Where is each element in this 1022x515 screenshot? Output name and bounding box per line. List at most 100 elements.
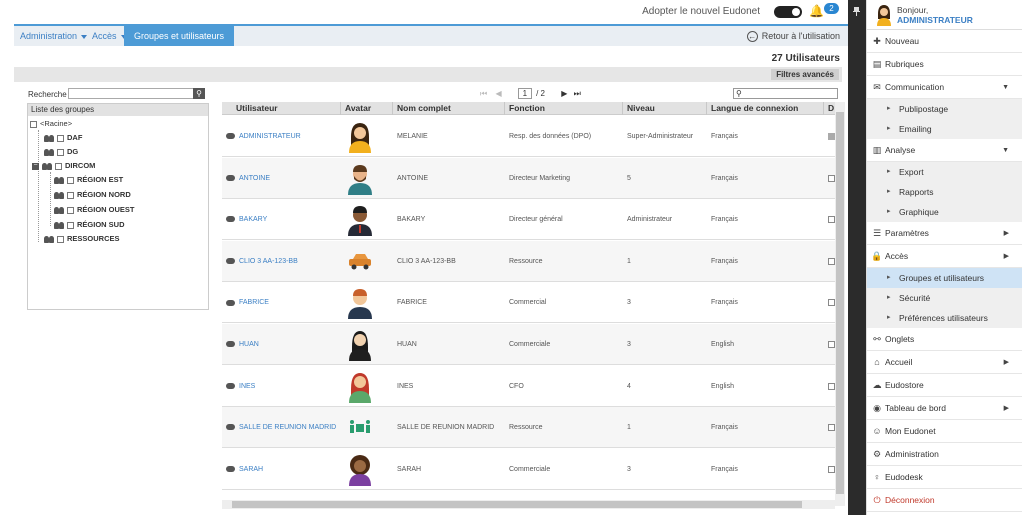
column-header-utilisateur[interactable]: Utilisateur — [222, 102, 341, 115]
bell-icon[interactable]: 🔔 — [809, 4, 824, 18]
comment-icon[interactable] — [226, 174, 235, 181]
menu-item-eudodesk[interactable]: ♀ Eudodesk — [867, 466, 1022, 489]
user-link[interactable]: INES — [222, 366, 341, 407]
row-checkbox[interactable] — [828, 299, 835, 307]
column-header-niveau[interactable]: Niveau — [623, 102, 707, 115]
table-row[interactable]: BAKARY BAKARY Directeur général Administrat… — [222, 199, 840, 241]
column-header-nom-complet[interactable]: Nom complet — [393, 102, 505, 115]
comment-icon[interactable] — [226, 424, 235, 431]
user-link[interactable]: ANTOINE — [222, 158, 341, 199]
horizontal-scrollbar[interactable] — [222, 500, 835, 509]
row-checkbox[interactable] — [828, 257, 835, 265]
new-eudonet-toggle[interactable] — [774, 6, 802, 18]
menu-item-accueil[interactable]: ⌂ Accueil ▶ — [867, 351, 1022, 374]
menu-item-emailing[interactable]: Emailing — [867, 119, 1022, 139]
menu-item-analyse[interactable]: ▥ Analyse ▼ — [867, 139, 1022, 162]
menu-item-export[interactable]: Export — [867, 162, 1022, 182]
menu-item-preferences-utilisateurs[interactable]: Préférences utilisateurs — [867, 308, 1022, 328]
user-link[interactable]: FABRICE — [222, 282, 341, 323]
comment-icon[interactable] — [226, 465, 235, 472]
tree-node-daf[interactable]: DAF — [44, 132, 82, 144]
tree-node-dg[interactable]: DG — [44, 146, 78, 158]
table-row[interactable]: SALLE DE REUNION MADRID SALLE DE REUNION … — [222, 407, 840, 449]
table-row[interactable]: ANTOINE ANTOINE Directeur Marketing 5 França… — [222, 157, 840, 199]
comment-icon[interactable] — [226, 216, 235, 223]
tree-node-region-nord[interactable]: RÉGION NORD — [54, 189, 131, 201]
checkbox[interactable] — [57, 235, 64, 243]
tree-node-region-ouest[interactable]: RÉGION OUEST — [54, 204, 135, 216]
collapse-icon[interactable]: − — [32, 162, 39, 170]
tree-node-region-est[interactable]: RÉGION EST — [54, 174, 123, 186]
row-checkbox[interactable] — [828, 133, 835, 140]
comment-icon[interactable] — [226, 382, 235, 389]
tree-root[interactable]: <Racine> — [30, 118, 72, 130]
menu-item-communication[interactable]: ✉ Communication ▼ — [867, 76, 1022, 99]
breadcrumb-active[interactable]: Groupes et utilisateurs — [124, 24, 235, 46]
checkbox[interactable] — [57, 134, 64, 142]
menu-item-groupes-et-utilisateurs[interactable]: Groupes et utilisateurs — [867, 268, 1022, 288]
tree-node-region-sud[interactable]: RÉGION SUD — [54, 219, 125, 231]
column-header-langue[interactable]: Langue de connexion — [707, 102, 824, 115]
menu-item-eudostore[interactable]: ☁ Eudostore — [867, 374, 1022, 397]
table-row[interactable]: FABRICE FABRICE Commercial 3 Français — [222, 282, 840, 324]
checkbox[interactable] — [30, 120, 37, 128]
user-link[interactable]: BAKARY — [222, 199, 341, 240]
menu-item-nouveau[interactable]: ✚ Nouveau — [867, 30, 1022, 53]
user-link[interactable]: SARAH — [222, 449, 341, 490]
menu-item-securite[interactable]: Sécurité — [867, 288, 1022, 308]
grid-search-input[interactable]: ⚲ — [733, 88, 838, 99]
row-checkbox[interactable] — [828, 216, 835, 224]
row-checkbox[interactable] — [828, 382, 835, 390]
first-page-icon[interactable]: ⏮ — [480, 89, 487, 98]
checkbox[interactable] — [67, 176, 74, 184]
user-link[interactable]: HUAN — [222, 324, 341, 365]
checkbox[interactable] — [55, 162, 62, 170]
row-checkbox[interactable] — [828, 424, 835, 432]
menu-item-mon-eudonet[interactable]: ☺ Mon Eudonet — [867, 420, 1022, 443]
pin-icon[interactable] — [853, 7, 860, 16]
column-header-fonction[interactable]: Fonction — [505, 102, 623, 115]
table-row[interactable]: HUAN HUAN Commerciale 3 English — [222, 324, 840, 365]
checkbox[interactable] — [67, 191, 74, 199]
menu-item-graphique[interactable]: Graphique — [867, 202, 1022, 222]
last-page-icon[interactable]: ⏭ — [574, 89, 581, 98]
scroll-thumb[interactable] — [836, 112, 844, 494]
comment-icon[interactable] — [226, 299, 235, 306]
menu-item-rapports[interactable]: Rapports — [867, 182, 1022, 202]
vertical-scrollbar[interactable] — [835, 102, 845, 506]
row-checkbox[interactable] — [828, 341, 835, 348]
breadcrumb-acces[interactable]: Accès — [92, 31, 127, 41]
comment-icon[interactable] — [226, 341, 235, 348]
menu-item-parametres[interactable]: ☰ Paramètres ▶ — [867, 222, 1022, 245]
table-row[interactable]: CLIO 3 AA-123-BB CLIO 3 AA-123-BB Ressourc… — [222, 240, 840, 282]
table-row[interactable]: ADMINISTRATEUR MELANIE Resp. des données (… — [222, 116, 840, 157]
comment-icon[interactable] — [226, 257, 235, 264]
username[interactable]: ADMINISTRATEUR — [897, 15, 973, 25]
checkbox[interactable] — [67, 206, 74, 214]
menu-item-onglets[interactable]: ⚯ Onglets — [867, 328, 1022, 351]
next-page-icon[interactable]: ▶ — [561, 89, 567, 98]
menu-item-acces[interactable]: 🔒 Accès ▶ — [867, 245, 1022, 268]
menu-item-tableau-de-bord[interactable]: ◉ Tableau de bord ▶ — [867, 397, 1022, 420]
prev-page-icon[interactable]: ◀ — [495, 89, 501, 98]
group-search-input[interactable] — [68, 88, 194, 99]
checkbox[interactable] — [67, 221, 74, 229]
comment-icon[interactable] — [226, 133, 235, 140]
table-row[interactable]: SARAH SARAH Commerciale 3 Français — [222, 449, 840, 490]
page-number-input[interactable]: 1 — [517, 88, 532, 99]
menu-item-publipostage[interactable]: Publipostage — [867, 99, 1022, 119]
user-link[interactable]: SALLE DE REUNION MADRID — [222, 407, 341, 448]
scroll-thumb[interactable] — [232, 501, 802, 508]
notification-badge[interactable]: 2 — [824, 3, 839, 14]
back-to-usage-link[interactable]: ← Retour à l'utilisation — [746, 31, 840, 42]
tree-node-dircom[interactable]: − DIRCOM — [32, 160, 95, 172]
tree-node-ressources[interactable]: RESSOURCES — [44, 233, 120, 245]
row-checkbox[interactable] — [828, 465, 835, 473]
table-row[interactable]: INES INES CFO 4 English — [222, 366, 840, 407]
menu-item-deconnexion[interactable]: ⏻ Déconnexion — [867, 489, 1022, 512]
breadcrumb-administration[interactable]: Administration — [20, 31, 88, 41]
search-icon[interactable]: ⚲ — [193, 88, 205, 99]
column-header-avatar[interactable]: Avatar — [341, 102, 393, 115]
menu-item-rubriques[interactable]: ▤ Rubriques — [867, 53, 1022, 76]
advanced-filters-button[interactable]: Filtres avancés — [771, 69, 839, 80]
